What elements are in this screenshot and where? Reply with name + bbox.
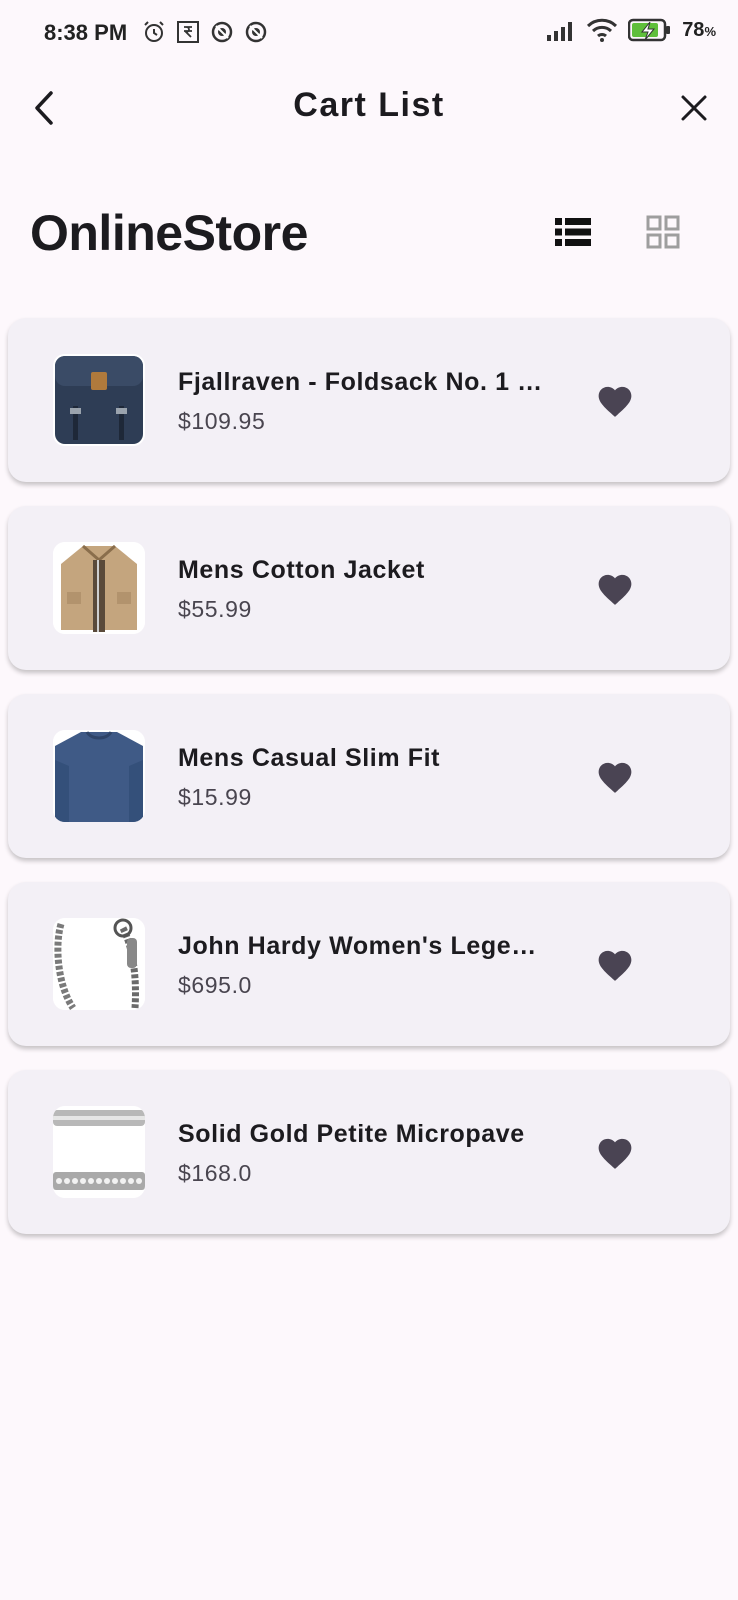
product-name: Mens Casual Slim Fit xyxy=(178,744,441,772)
product-image-shirt xyxy=(53,730,145,822)
grid-view-icon xyxy=(646,215,680,249)
product-image-jacket xyxy=(53,542,145,634)
heart-icon xyxy=(598,574,632,605)
favorite-button[interactable] xyxy=(593,754,637,798)
cart-item[interactable]: Solid Gold Petite Micropave $168.0 xyxy=(8,1070,730,1234)
product-image-bracelet xyxy=(53,918,145,1010)
product-name: Solid Gold Petite Micropave xyxy=(178,1120,525,1148)
favorite-button[interactable] xyxy=(593,1130,637,1174)
store-title: OnlineStore xyxy=(30,205,308,261)
heart-icon xyxy=(598,386,632,417)
product-name: Mens Cotton Jacket xyxy=(178,556,425,584)
wifi-icon xyxy=(587,18,618,42)
favorite-button[interactable] xyxy=(593,378,637,422)
list-view-button[interactable] xyxy=(548,212,598,252)
rupee-icon xyxy=(177,21,199,43)
cart-list: Fjallraven - Foldsack No. 1 Backpack, Fi… xyxy=(8,318,730,1258)
product-price: $168.0 xyxy=(178,1160,252,1186)
cart-item[interactable]: Mens Cotton Jacket $55.99 xyxy=(8,506,730,670)
status-time: 8:38 PM xyxy=(44,20,128,45)
favorite-button[interactable] xyxy=(593,942,637,986)
store-header: OnlineStore xyxy=(0,190,738,280)
favorite-button[interactable] xyxy=(593,566,637,610)
product-price: $109.95 xyxy=(178,408,266,434)
heart-icon xyxy=(598,1138,632,1169)
app-bar: Cart List xyxy=(0,68,738,148)
product-image-backpack xyxy=(53,354,145,446)
no-disturb-icon xyxy=(245,21,267,43)
product-image-ring xyxy=(53,1106,145,1198)
cart-item[interactable]: Mens Casual Slim Fit $15.99 xyxy=(8,694,730,858)
product-name: John Hardy Women's Legends Naga Gold & S… xyxy=(178,932,546,960)
close-button[interactable] xyxy=(672,86,716,130)
cart-item[interactable]: John Hardy Women's Legends Naga Gold & S… xyxy=(8,882,730,1046)
battery-charging-icon xyxy=(628,18,671,42)
heart-icon xyxy=(598,762,632,793)
alarm-icon xyxy=(144,21,164,42)
product-price: $55.99 xyxy=(178,596,252,622)
battery-level: 78% xyxy=(682,18,716,41)
heart-icon xyxy=(598,950,632,981)
close-icon xyxy=(681,95,707,121)
status-bar: 8:38 PM 78% xyxy=(0,0,738,68)
cart-item[interactable]: Fjallraven - Foldsack No. 1 Backpack, Fi… xyxy=(8,318,730,482)
grid-view-button[interactable] xyxy=(638,212,688,252)
no-disturb-icon xyxy=(211,21,233,43)
product-price: $15.99 xyxy=(178,784,252,810)
product-name: Fjallraven - Foldsack No. 1 Backpack, Fi… xyxy=(178,368,546,396)
list-view-icon xyxy=(555,218,591,246)
signal-icon xyxy=(547,22,573,41)
page-title: Cart List xyxy=(293,86,445,124)
product-price: $695.0 xyxy=(178,972,252,998)
